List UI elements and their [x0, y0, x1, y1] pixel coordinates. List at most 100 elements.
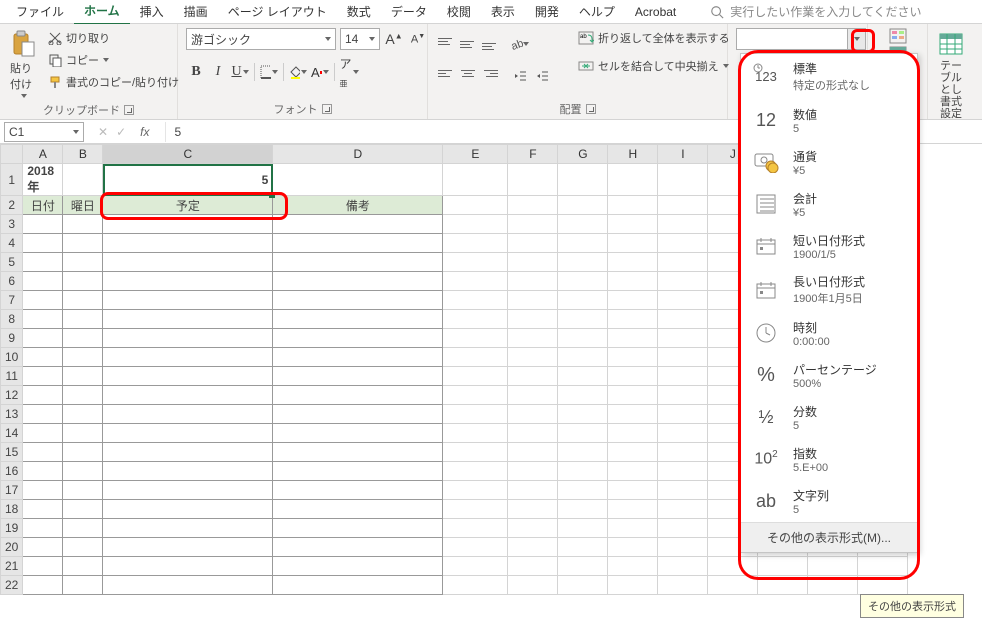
align-middle-button[interactable] — [458, 34, 478, 54]
cell-F20[interactable] — [508, 538, 558, 557]
cell-G4[interactable] — [558, 234, 608, 253]
number-format-dropdown-button[interactable] — [847, 29, 865, 49]
row-header-22[interactable]: 22 — [1, 576, 23, 595]
row-header-20[interactable]: 20 — [1, 538, 23, 557]
cell-E4[interactable] — [443, 234, 508, 253]
col-header-B[interactable]: B — [63, 145, 103, 164]
cell-B21[interactable] — [63, 557, 103, 576]
cell-I10[interactable] — [658, 348, 708, 367]
cell-I5[interactable] — [658, 253, 708, 272]
cell-F5[interactable] — [508, 253, 558, 272]
format-option-shortdate[interactable]: 短い日付形式1900/1/5 — [741, 225, 917, 267]
fx-icon[interactable]: fx — [134, 125, 155, 139]
border-button[interactable] — [259, 62, 279, 82]
cell-E14[interactable] — [443, 424, 508, 443]
tab-dev[interactable]: 開発 — [525, 0, 569, 24]
cell-C15[interactable] — [103, 443, 273, 462]
cell-K22[interactable] — [758, 576, 808, 595]
cell-D12[interactable] — [273, 386, 443, 405]
italic-button[interactable]: I — [208, 62, 228, 82]
cell-D3[interactable] — [273, 215, 443, 234]
row-header-7[interactable]: 7 — [1, 291, 23, 310]
tab-home[interactable]: ホーム — [74, 0, 130, 25]
cell-H16[interactable] — [608, 462, 658, 481]
row-header-2[interactable]: 2 — [1, 196, 23, 215]
format-option-sci[interactable]: 102 指数5.E+00 — [741, 438, 917, 480]
cell-F14[interactable] — [508, 424, 558, 443]
row-header-16[interactable]: 16 — [1, 462, 23, 481]
cell-H7[interactable] — [608, 291, 658, 310]
cell-G1[interactable] — [558, 164, 608, 196]
cell-J21[interactable] — [708, 557, 758, 576]
cell-B8[interactable] — [63, 310, 103, 329]
row-header-13[interactable]: 13 — [1, 405, 23, 424]
col-header-F[interactable]: F — [508, 145, 558, 164]
format-option-longdate[interactable]: 長い日付形式1900年1月5日 — [741, 267, 917, 312]
cell-D13[interactable] — [273, 405, 443, 424]
cell-I20[interactable] — [658, 538, 708, 557]
orientation-button[interactable]: ab — [510, 34, 530, 54]
cell-H9[interactable] — [608, 329, 658, 348]
cell-E13[interactable] — [443, 405, 508, 424]
cell-B6[interactable] — [63, 272, 103, 291]
select-all-corner[interactable] — [1, 145, 23, 164]
cell-F1[interactable] — [508, 164, 558, 196]
cell-H8[interactable] — [608, 310, 658, 329]
cell-E6[interactable] — [443, 272, 508, 291]
cell-E15[interactable] — [443, 443, 508, 462]
cell-C7[interactable] — [103, 291, 273, 310]
row-header-17[interactable]: 17 — [1, 481, 23, 500]
row-header-14[interactable]: 14 — [1, 424, 23, 443]
cell-I3[interactable] — [658, 215, 708, 234]
cell-F12[interactable] — [508, 386, 558, 405]
cell-H22[interactable] — [608, 576, 658, 595]
cell-F4[interactable] — [508, 234, 558, 253]
cell-I21[interactable] — [658, 557, 708, 576]
cell-A20[interactable] — [23, 538, 63, 557]
cell-C2[interactable]: 予定 — [103, 196, 273, 215]
cell-H17[interactable] — [608, 481, 658, 500]
clipboard-dialog-launcher[interactable] — [124, 105, 134, 115]
cell-B20[interactable] — [63, 538, 103, 557]
tab-view[interactable]: 表示 — [481, 0, 525, 24]
cell-A16[interactable] — [23, 462, 63, 481]
tab-review[interactable]: 校閲 — [437, 0, 481, 24]
cell-A15[interactable] — [23, 443, 63, 462]
cell-B12[interactable] — [63, 386, 103, 405]
cell-A14[interactable] — [23, 424, 63, 443]
cell-H2[interactable] — [608, 196, 658, 215]
cell-H13[interactable] — [608, 405, 658, 424]
cell-H20[interactable] — [608, 538, 658, 557]
cell-B5[interactable] — [63, 253, 103, 272]
row-header-5[interactable]: 5 — [1, 253, 23, 272]
align-top-button[interactable] — [436, 34, 456, 54]
row-header-1[interactable]: 1 — [1, 164, 23, 196]
cell-E9[interactable] — [443, 329, 508, 348]
cell-C22[interactable] — [103, 576, 273, 595]
cell-I19[interactable] — [658, 519, 708, 538]
cell-F7[interactable] — [508, 291, 558, 310]
cell-F6[interactable] — [508, 272, 558, 291]
cell-D19[interactable] — [273, 519, 443, 538]
cell-D4[interactable] — [273, 234, 443, 253]
col-header-C[interactable]: C — [103, 145, 273, 164]
wrap-text-button[interactable]: ab 折り返して全体を表示する — [576, 28, 732, 48]
cell-F8[interactable] — [508, 310, 558, 329]
cell-E1[interactable] — [443, 164, 508, 196]
format-option-currency[interactable]: 通貨¥5 — [741, 141, 917, 183]
increase-indent-button[interactable] — [532, 66, 552, 86]
merge-center-button[interactable]: セルを結合して中央揃え — [576, 56, 732, 76]
cell-A18[interactable] — [23, 500, 63, 519]
cell-D2[interactable]: 備考 — [273, 196, 443, 215]
cell-A7[interactable] — [23, 291, 63, 310]
cell-C5[interactable] — [103, 253, 273, 272]
cell-C12[interactable] — [103, 386, 273, 405]
cut-button[interactable]: 切り取り — [46, 28, 181, 48]
cell-G9[interactable] — [558, 329, 608, 348]
cell-G19[interactable] — [558, 519, 608, 538]
cell-C19[interactable] — [103, 519, 273, 538]
tab-pagelayout[interactable]: ページ レイアウト — [218, 0, 337, 24]
cell-F17[interactable] — [508, 481, 558, 500]
format-option-time[interactable]: 時刻0:00:00 — [741, 312, 917, 354]
cell-C9[interactable] — [103, 329, 273, 348]
